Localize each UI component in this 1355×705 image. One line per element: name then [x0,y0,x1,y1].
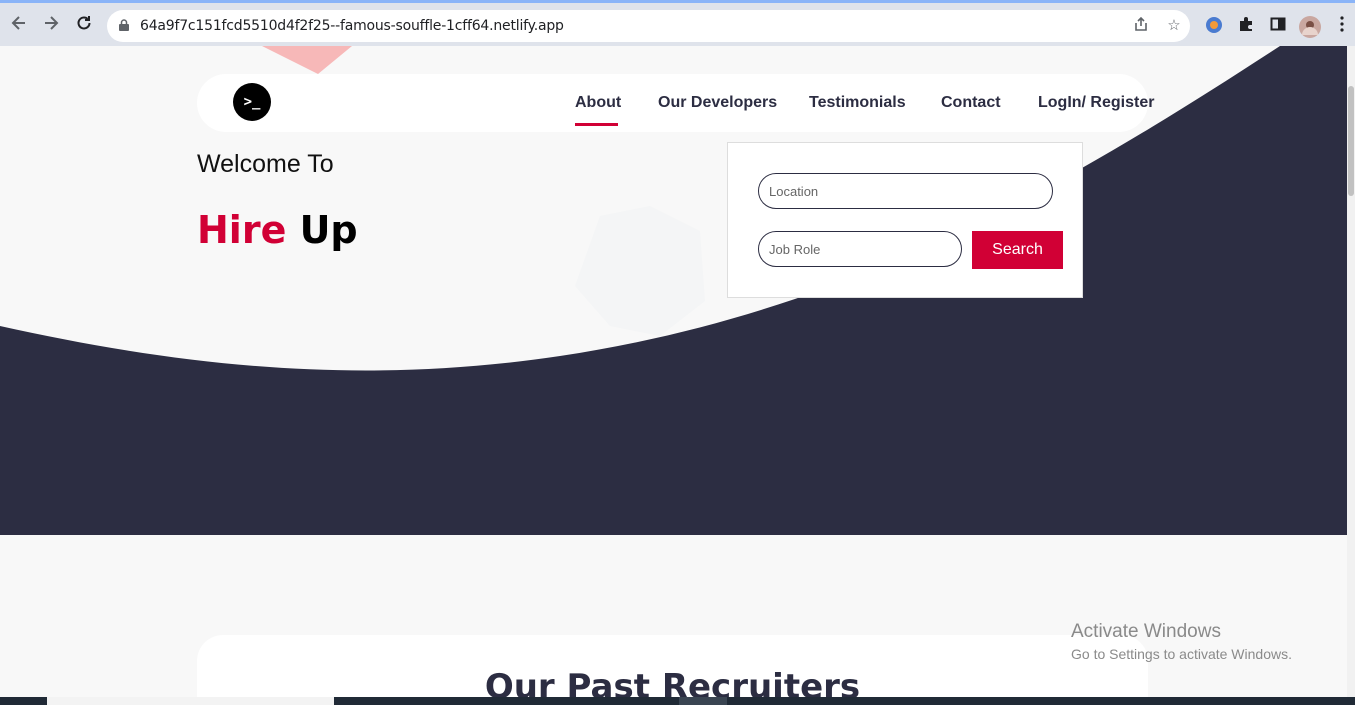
search-button[interactable]: Search [972,231,1063,269]
active-nav-indicator [575,123,618,126]
recruiters-title: Our Past Recruiters [484,667,861,697]
taskbar-window-preview[interactable] [47,697,334,705]
site-logo[interactable]: >_ [233,83,271,121]
star-icon[interactable]: ☆ [1164,16,1184,36]
job-search-card: Search [727,142,1083,298]
page-viewport: >_ About Our Developers Testimonials Con… [0,46,1347,697]
hero-background [0,46,1347,535]
taskbar-app-icon[interactable] [679,697,727,705]
browser-toolbar: 64a9f7c151fcd5510d4f2f25--famous-souffle… [0,0,1355,46]
share-icon[interactable] [1131,16,1151,36]
reload-icon[interactable] [74,13,94,33]
nav-link-testimonials[interactable]: Testimonials [809,94,906,112]
address-bar[interactable]: 64a9f7c151fcd5510d4f2f25--famous-souffle… [107,10,1190,42]
forward-arrow-icon[interactable] [41,13,61,33]
back-arrow-icon[interactable] [9,13,29,33]
welcome-text: Welcome To [197,150,334,178]
watermark-line-2: Go to Settings to activate Windows. [1071,646,1292,662]
nav-link-about[interactable]: About [575,94,621,112]
url-text[interactable]: 64a9f7c151fcd5510d4f2f25--famous-souffle… [140,18,564,34]
nav-link-contact[interactable]: Contact [941,94,1001,112]
profile-avatar[interactable] [1299,16,1321,38]
os-taskbar [0,697,1355,705]
windows-activation-watermark: Activate Windows Go to Settings to activ… [1071,621,1292,662]
side-panel-icon[interactable] [1268,16,1288,36]
brand-up: Up [299,208,358,252]
extension-circle-icon[interactable] [1204,16,1224,36]
brand-hire: Hire [197,208,287,252]
kebab-menu-icon[interactable] [1332,16,1352,36]
lock-icon [119,18,129,31]
location-input[interactable] [758,173,1053,209]
job-role-input[interactable] [758,231,962,267]
scrollbar-thumb[interactable] [1348,86,1354,196]
nav-link-our-developers[interactable]: Our Developers [658,94,777,112]
watermark-line-1: Activate Windows [1071,621,1221,642]
puzzle-icon[interactable] [1236,16,1256,36]
past-recruiters-section: Our Past Recruiters [197,635,1148,697]
site-navbar: >_ About Our Developers Testimonials Con… [197,74,1154,132]
nav-link-login-register[interactable]: LogIn/ Register [1038,94,1154,112]
page-scrollbar[interactable] [1347,46,1355,697]
brand-title: Hire Up [197,208,358,252]
